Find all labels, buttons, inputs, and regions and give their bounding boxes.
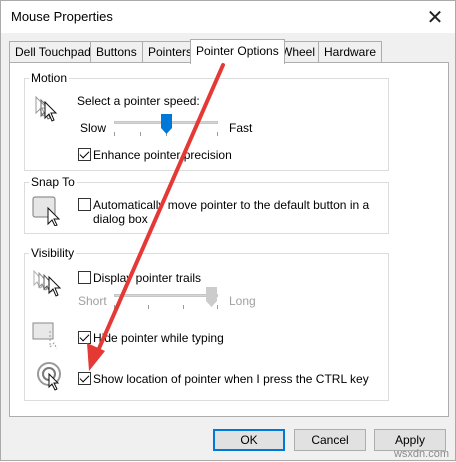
- hide-pointer-label: Hide pointer while typing: [93, 331, 224, 345]
- visibility-legend: Visibility: [31, 246, 75, 260]
- snap-to-label-line1: Automatically move pointer to the defaul…: [93, 198, 370, 212]
- show-location-icon: [37, 362, 61, 391]
- motion-legend: Motion: [31, 71, 68, 85]
- title-bar: Mouse Properties ✕: [1, 1, 455, 33]
- pointer-trails-icon: [33, 269, 62, 297]
- pointer-trails-label: Display pointer trails: [93, 271, 202, 285]
- speed-fast-label: Fast: [229, 121, 253, 135]
- speed-slow-label: Slow: [80, 121, 107, 135]
- pointer-speed-label: Select a pointer speed:: [77, 94, 200, 108]
- pointer-trails-checkbox[interactable]: [78, 271, 91, 284]
- window-title: Mouse Properties: [11, 9, 113, 24]
- close-icon[interactable]: ✕: [415, 1, 455, 33]
- tab-hardware[interactable]: Hardware: [318, 41, 383, 63]
- show-location-label: Show location of pointer when I press th…: [93, 372, 369, 386]
- enhance-precision-label: Enhance pointer precision: [93, 148, 232, 162]
- watermark: wsxdn.com: [393, 448, 449, 460]
- trail-length-track: [114, 294, 218, 297]
- pointer-options-panel: Motion Select a pointer speed: Slow Fast…: [9, 62, 449, 417]
- enhance-precision-checkbox[interactable]: [78, 148, 91, 161]
- mouse-properties-window: Mouse Properties ✕ Dell Touchpad Buttons…: [0, 0, 456, 461]
- tab-buttons[interactable]: Buttons: [90, 41, 143, 63]
- cancel-button[interactable]: Cancel: [294, 429, 366, 451]
- pointer-speed-icon: [35, 95, 58, 122]
- ok-button[interactable]: OK: [213, 429, 285, 451]
- trail-long-label: Long: [229, 294, 256, 308]
- snap-to-legend: Snap To: [31, 175, 75, 189]
- tab-strip: Dell Touchpad Buttons Pointers Pointer O…: [9, 39, 449, 64]
- show-location-checkbox[interactable]: [78, 372, 91, 385]
- snap-to-label-line2: dialog box: [93, 212, 148, 226]
- snap-to-button-icon: [32, 196, 61, 226]
- snap-to-checkbox[interactable]: [78, 198, 91, 211]
- tab-pointer-options[interactable]: Pointer Options: [190, 39, 285, 64]
- trail-short-label: Short: [78, 294, 107, 308]
- hide-pointer-checkbox[interactable]: [78, 331, 91, 344]
- hide-pointer-icon: [32, 322, 58, 349]
- tab-dell-touchpad[interactable]: Dell Touchpad: [9, 41, 97, 63]
